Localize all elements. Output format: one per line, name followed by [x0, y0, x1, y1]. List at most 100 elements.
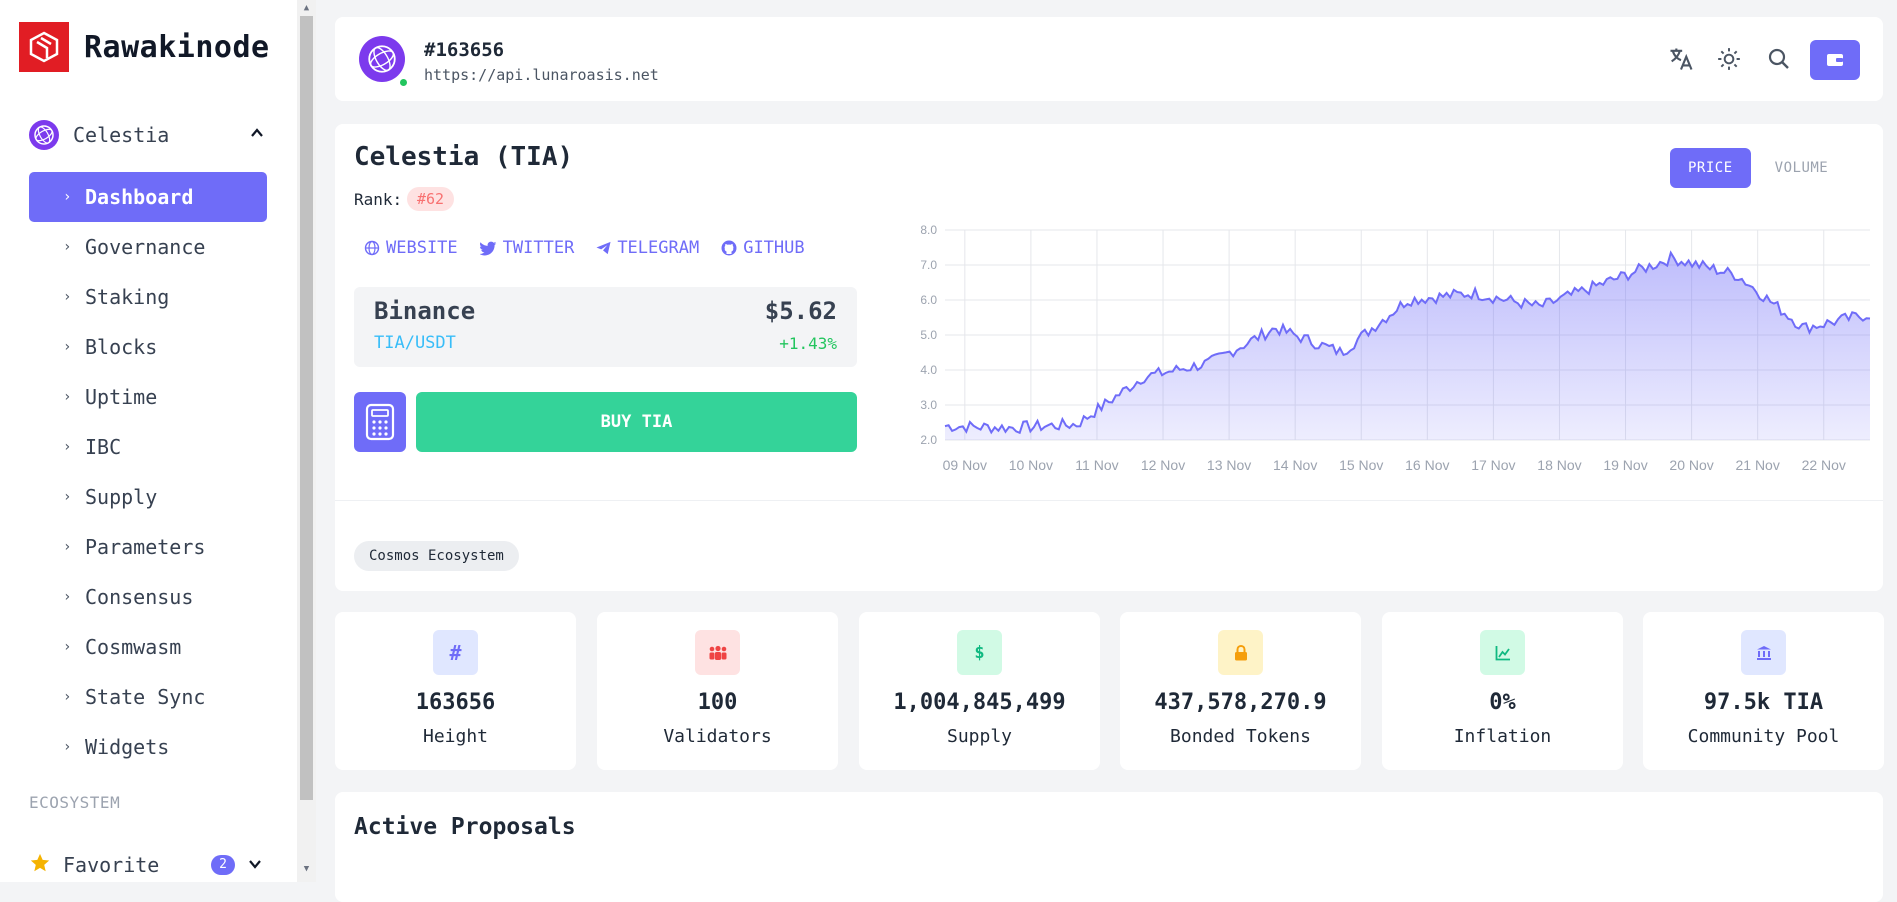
stat-card-validators: 100 Validators — [597, 612, 838, 770]
telegram-link[interactable]: TELEGRAM — [596, 238, 699, 258]
stat-label: Inflation — [1453, 726, 1552, 747]
github-link[interactable]: GITHUB — [721, 238, 805, 258]
chain-selector[interactable]: Celestia — [29, 119, 269, 151]
sidebar-item-parameters[interactable]: › Parameters — [29, 522, 267, 572]
dollar-icon: $ — [957, 630, 1002, 675]
y-tick-label: 7.0 — [920, 258, 937, 272]
search-icon[interactable] — [1763, 43, 1795, 75]
coin-title: Celestia (TIA) — [354, 142, 574, 172]
project-links: WEBSITE TWITTER TELEGRAM GITHUB — [364, 238, 805, 258]
brand-logo-icon — [19, 22, 69, 72]
sidebar-scrollbar[interactable]: ▲ ▼ — [297, 0, 316, 882]
brand[interactable]: Rawakinode — [19, 22, 270, 72]
wallet-icon — [1827, 54, 1843, 66]
twitter-icon — [479, 241, 496, 255]
chevron-right-icon: › — [63, 439, 72, 455]
y-tick-label: 3.0 — [920, 398, 937, 412]
stat-label: Height — [422, 726, 489, 747]
sidebar-nav: › Dashboard › Governance › Staking › Blocks … — [29, 172, 267, 772]
sidebar-item-blocks[interactable]: › Blocks — [29, 322, 267, 372]
celestia-logo-icon — [29, 120, 59, 150]
telegram-icon — [596, 241, 611, 255]
sidebar-item-staking[interactable]: › Staking — [29, 272, 267, 322]
chevron-right-icon: › — [63, 339, 72, 355]
stat-value: 97.5k TIA — [1703, 690, 1824, 715]
active-proposals-card: Active Proposals — [335, 792, 1883, 902]
chevron-right-icon: › — [63, 589, 72, 605]
stat-value: 437,578,270.9 — [1154, 690, 1327, 715]
scroll-up-arrow-icon[interactable]: ▲ — [301, 3, 312, 14]
x-tick-label: 20 Nov — [1669, 457, 1713, 473]
favorite-label: Favorite — [63, 853, 160, 877]
sidebar-item-favorite[interactable]: Favorite 2 — [29, 852, 269, 878]
price-change: +1.43% — [779, 334, 837, 353]
market-card: Celestia (TIA) Rank: #62 WEBSITE TWITTER… — [335, 124, 1883, 591]
stat-value: 0% — [1489, 690, 1516, 715]
chevron-right-icon: › — [63, 389, 72, 405]
x-tick-label: 15 Nov — [1339, 457, 1383, 473]
sidebar-item-dashboard[interactable]: › Dashboard — [29, 172, 267, 222]
sidebar-item-ibc[interactable]: › IBC — [29, 422, 267, 472]
sidebar-item-cosmwasm[interactable]: › Cosmwasm — [29, 622, 267, 672]
website-link[interactable]: WEBSITE — [364, 238, 458, 258]
theme-icon[interactable] — [1713, 43, 1745, 75]
tab-volume[interactable]: VOLUME — [1757, 148, 1847, 188]
stat-card-supply: $ 1,004,845,499 Supply — [859, 612, 1100, 770]
chevron-right-icon: › — [63, 239, 72, 255]
rpc-endpoint: https://api.lunaroasis.net — [424, 66, 659, 84]
x-tick-label: 18 Nov — [1537, 457, 1581, 473]
chevron-right-icon: › — [63, 289, 72, 305]
calculator-button[interactable] — [354, 392, 406, 452]
wallet-button[interactable] — [1810, 40, 1860, 80]
tab-price[interactable]: PRICE — [1670, 148, 1751, 188]
ecosystem-tag[interactable]: Cosmos Ecosystem — [354, 541, 519, 571]
scroll-down-arrow-icon[interactable]: ▼ — [301, 864, 312, 875]
y-tick-label: 5.0 — [920, 328, 937, 342]
chart-area — [945, 252, 1870, 440]
buy-button[interactable]: BUY TIA — [416, 392, 857, 452]
users-icon — [695, 630, 740, 675]
ticker-box[interactable]: Binance TIA/USDT $5.62 +1.43% — [354, 287, 857, 367]
stat-label: Bonded Tokens — [1170, 726, 1311, 747]
x-tick-label: 14 Nov — [1273, 457, 1317, 473]
favorite-count-badge: 2 — [211, 855, 235, 875]
sidebar-item-uptime[interactable]: › Uptime — [29, 372, 267, 422]
globe-icon — [364, 240, 380, 256]
x-tick-label: 17 Nov — [1471, 457, 1515, 473]
sidebar-section-ecosystem: ECOSYSTEM — [29, 793, 121, 812]
chevron-right-icon: › — [63, 539, 72, 555]
stat-value: 100 — [697, 690, 738, 715]
stat-label: Validators — [663, 726, 772, 747]
stat-card-height: # 163656 Height — [335, 612, 576, 770]
calculator-icon — [365, 403, 395, 441]
chevron-right-icon: › — [63, 489, 72, 505]
lock-icon — [1218, 630, 1263, 675]
chevron-up-icon — [249, 125, 265, 145]
star-icon — [29, 852, 51, 878]
sidebar-item-consensus[interactable]: › Consensus — [29, 572, 267, 622]
stat-card-bonded: 437,578,270.9 Bonded Tokens — [1120, 612, 1361, 770]
chevron-down-icon — [247, 856, 263, 876]
trading-pair: TIA/USDT — [374, 333, 456, 353]
translate-icon[interactable] — [1665, 43, 1697, 75]
x-tick-label: 11 Nov — [1075, 457, 1118, 473]
sidebar-item-state-sync[interactable]: › State Sync — [29, 672, 267, 722]
divider — [335, 500, 1883, 501]
chevron-right-icon: › — [63, 189, 72, 205]
y-tick-label: 2.0 — [920, 433, 937, 447]
stat-label: Community Pool — [1687, 726, 1840, 747]
scrollbar-thumb[interactable] — [300, 16, 313, 800]
sidebar-item-widgets[interactable]: › Widgets — [29, 722, 267, 772]
stat-card-community-pool: 97.5k TIA Community Pool — [1643, 612, 1884, 770]
chart-tabs: PRICE VOLUME — [1670, 148, 1846, 188]
x-tick-label: 09 Nov — [943, 457, 987, 473]
online-status-dot — [398, 77, 409, 88]
stat-card-inflation: 0% Inflation — [1382, 612, 1623, 770]
top-header: #163656 https://api.lunaroasis.net — [335, 17, 1883, 101]
sidebar-item-governance[interactable]: › Governance — [29, 222, 267, 272]
twitter-link[interactable]: TWITTER — [479, 238, 574, 258]
rank-badge: #62 — [407, 187, 455, 211]
x-tick-label: 10 Nov — [1009, 457, 1053, 473]
sidebar-item-supply[interactable]: › Supply — [29, 472, 267, 522]
active-proposals-title: Active Proposals — [354, 814, 576, 840]
